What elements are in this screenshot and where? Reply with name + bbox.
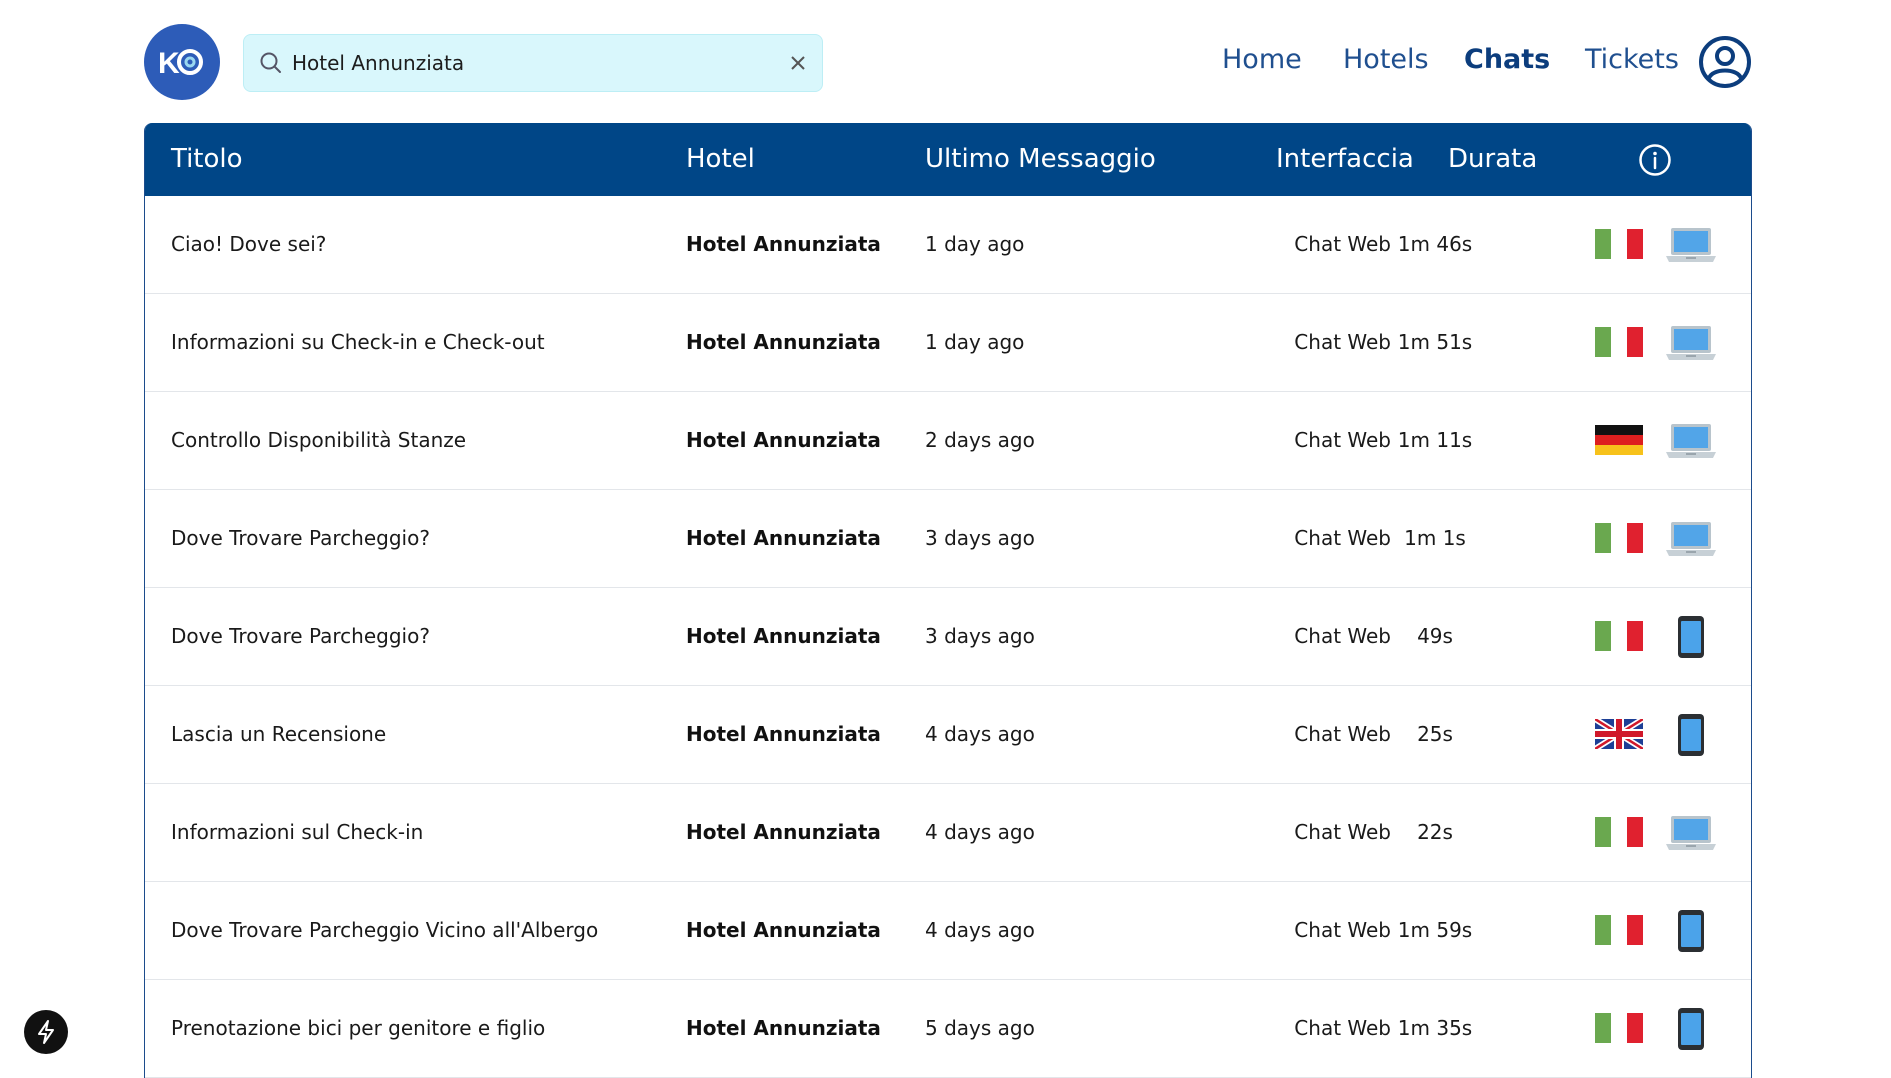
row-hotel: Hotel Annunziata (686, 722, 881, 746)
laptop-icon (1665, 322, 1717, 364)
phone-icon (1665, 1008, 1717, 1050)
nav-chats[interactable]: Chats (1464, 44, 1550, 75)
italy-flag-icon (1595, 817, 1643, 847)
table-row[interactable]: Dove Trovare Parcheggio Vicino all'Alber… (145, 882, 1751, 980)
row-duration: 1m 11s (1397, 428, 1473, 452)
search-icon (260, 52, 281, 73)
row-last-message: 1 day ago (925, 232, 1025, 256)
laptop-icon (1665, 812, 1717, 854)
header-duration[interactable]: Durata (1448, 144, 1537, 174)
row-title: Informazioni su Check-in e Check-out (171, 330, 545, 354)
user-circle-icon[interactable] (1698, 35, 1752, 89)
row-hotel: Hotel Annunziata (686, 526, 881, 550)
row-title: Dove Trovare Parcheggio Vicino all'Alber… (171, 918, 599, 942)
row-title: Prenotazione bici per genitore e figlio (171, 1016, 546, 1040)
row-title: Lascia un Recensione (171, 722, 387, 746)
row-hotel: Hotel Annunziata (686, 428, 881, 452)
row-duration: 1m 59s (1397, 918, 1473, 942)
phone-icon (1665, 910, 1717, 952)
table-row[interactable]: Ciao! Dove sei? Hotel Annunziata 1 day ago… (145, 196, 1751, 294)
row-duration: 1m 35s (1397, 1016, 1473, 1040)
uk-flag-icon (1593, 716, 1645, 752)
row-last-message: 5 days ago (925, 1016, 1035, 1040)
header-last-message[interactable]: Ultimo Messaggio (925, 144, 1156, 174)
table-header: Titolo Hotel Ultimo Messaggio Interfacci… (145, 123, 1751, 196)
row-last-message: 4 days ago (925, 918, 1035, 942)
header-interface[interactable]: Interfaccia (1276, 144, 1414, 174)
italy-flag-icon (1595, 1013, 1643, 1043)
ko-logo-icon[interactable]: K (144, 24, 220, 100)
row-duration: 1m 46s (1397, 232, 1473, 256)
row-hotel: Hotel Annunziata (686, 820, 881, 844)
italy-flag-icon (1595, 327, 1643, 357)
row-hotel: Hotel Annunziata (686, 918, 881, 942)
table-row[interactable]: Informazioni su Check-in e Check-out Hote… (145, 294, 1751, 392)
italy-flag-icon (1595, 621, 1643, 651)
search-box[interactable] (243, 34, 823, 92)
row-duration: 25s (1417, 722, 1453, 746)
row-title: Dove Trovare Parcheggio? (171, 624, 430, 648)
row-last-message: 3 days ago (925, 526, 1035, 550)
top-header: K Home Hotels Chats Tickets (0, 0, 1891, 122)
row-duration: 49s (1417, 624, 1453, 648)
table-row[interactable]: Dove Trovare Parcheggio? Hotel Annunziata… (145, 490, 1751, 588)
row-last-message: 3 days ago (925, 624, 1035, 648)
row-hotel: Hotel Annunziata (686, 232, 881, 256)
table-row[interactable]: Lascia un Recensione Hotel Annunziata 4 da… (145, 686, 1751, 784)
row-title: Ciao! Dove sei? (171, 232, 327, 256)
nav-home[interactable]: Home (1222, 44, 1302, 75)
row-duration: 1m 1s (1404, 526, 1466, 550)
header-hotel[interactable]: Hotel (686, 144, 755, 174)
phone-icon (1665, 616, 1717, 658)
row-hotel: Hotel Annunziata (686, 1016, 881, 1040)
svg-text:K: K (158, 47, 180, 80)
laptop-icon (1665, 518, 1717, 560)
nav-tickets[interactable]: Tickets (1585, 44, 1679, 75)
italy-flag-icon (1595, 523, 1643, 553)
header-title[interactable]: Titolo (171, 144, 243, 174)
row-title: Dove Trovare Parcheggio? (171, 526, 430, 550)
italy-flag-icon (1595, 229, 1643, 259)
row-title: Informazioni sul Check-in (171, 820, 424, 844)
chats-table: Titolo Hotel Ultimo Messaggio Interfacci… (144, 123, 1752, 1078)
table-row[interactable]: Dove Trovare Parcheggio? Hotel Annunziata… (145, 588, 1751, 686)
italy-flag-icon (1595, 915, 1643, 945)
row-hotel: Hotel Annunziata (686, 624, 881, 648)
row-duration: 1m 51s (1397, 330, 1473, 354)
search-input[interactable] (292, 45, 762, 81)
phone-icon (1665, 714, 1717, 756)
row-last-message: 2 days ago (925, 428, 1035, 452)
row-last-message: 1 day ago (925, 330, 1025, 354)
row-title: Controllo Disponibilità Stanze (171, 428, 467, 452)
table-row[interactable]: Controllo Disponibilità Stanze Hotel Annu… (145, 392, 1751, 490)
table-row[interactable]: Prenotazione bici per genitore e figlio H… (145, 980, 1751, 1078)
table-row[interactable]: Informazioni sul Check-in Hotel Annunziat… (145, 784, 1751, 882)
laptop-icon (1665, 420, 1717, 462)
laptop-icon (1665, 224, 1717, 266)
nav-hotels[interactable]: Hotels (1343, 44, 1429, 75)
row-duration: 22s (1417, 820, 1453, 844)
row-hotel: Hotel Annunziata (686, 330, 881, 354)
info-icon[interactable] (1638, 143, 1672, 177)
row-last-message: 4 days ago (925, 820, 1035, 844)
close-icon[interactable] (784, 49, 812, 77)
bolt-icon[interactable] (24, 1010, 68, 1054)
row-last-message: 4 days ago (925, 722, 1035, 746)
germany-flag-icon (1595, 425, 1643, 455)
